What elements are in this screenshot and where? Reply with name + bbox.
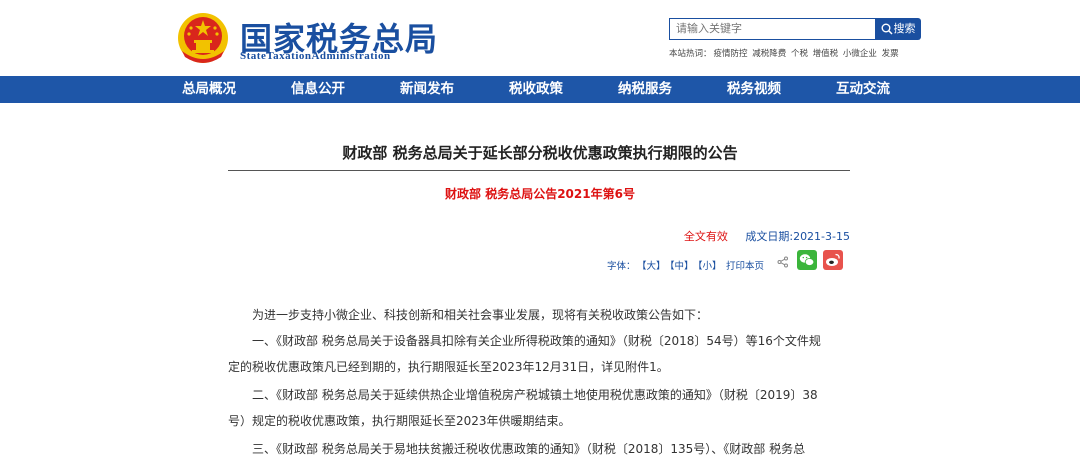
hot-word-link[interactable]: 疫情防控: [714, 49, 748, 59]
main-nav: 总局概况 信息公开 新闻发布 税收政策 纳税服务 税务视频 互动交流: [0, 76, 1080, 103]
weibo-share-icon[interactable]: [823, 250, 843, 270]
nav-item-info-disclosure[interactable]: 信息公开: [291, 76, 345, 103]
font-small-button[interactable]: 【小】: [693, 258, 722, 272]
article-paragraph: 三、《财政部 税务总局关于易地扶贫搬迁税收优惠政策的通知》（财税〔2018〕13…: [252, 442, 806, 456]
site-logo-english: StateTaxationAdministration: [240, 50, 391, 62]
article-paragraph: 定的税收优惠政策凡已经到期的，执行期限延长至2023年12月31日，详见附件1。: [228, 360, 669, 374]
font-medium-button[interactable]: 【中】: [665, 258, 694, 272]
issue-date: 成文日期:2021-3-15: [745, 230, 850, 243]
font-size-label: 字体：: [607, 261, 636, 272]
hot-word-link[interactable]: 个税: [791, 49, 808, 59]
font-large-button[interactable]: 【大】: [637, 258, 666, 272]
validity-status: 全文有效: [683, 230, 728, 243]
nav-item-tax-video[interactable]: 税务视频: [727, 76, 781, 103]
print-button[interactable]: 打印本页: [726, 258, 764, 272]
site-header: 国家税务总局 StateTaxationAdministration 搜索 本站…: [0, 0, 1080, 76]
title-divider: [228, 170, 850, 171]
article-meta: 全文有效 成文日期:2021-3-15: [684, 228, 850, 244]
search-input[interactable]: [669, 18, 880, 40]
article-paragraph: 号）规定的税收优惠政策，执行期限延长至2023年供暖期结束。: [228, 414, 571, 428]
wechat-share-icon[interactable]: [797, 250, 817, 270]
hot-word-link[interactable]: 增值税: [813, 49, 839, 59]
nav-item-tax-service[interactable]: 纳税服务: [618, 76, 672, 103]
nav-item-interaction[interactable]: 互动交流: [836, 76, 890, 103]
article-title: 财政部 税务总局关于延长部分税收优惠政策执行期限的公告: [342, 144, 738, 162]
article-paragraph: 一、《财政部 税务总局关于设备器具扣除有关企业所得税政策的通知》（财税〔2018…: [252, 334, 821, 348]
search-button-label: 搜索: [893, 22, 916, 35]
hot-words: 本站热词： 疫情防控 减税降费 个税 增值税 小微企业 发票: [669, 47, 901, 59]
national-emblem-icon: [178, 13, 228, 63]
article-paragraph: 二、《财政部 税务总局关于延续供热企业增值税房产税城镇土地使用税优惠政策的通知》…: [252, 388, 818, 402]
hot-word-link[interactable]: 减税降费: [752, 49, 786, 59]
search-box: 搜索: [669, 18, 921, 40]
hot-word-link[interactable]: 发票: [882, 49, 899, 59]
hot-word-link[interactable]: 小微企业: [843, 49, 877, 59]
nav-item-tax-policy[interactable]: 税收政策: [509, 76, 563, 103]
hot-words-label: 本站热词：: [669, 49, 712, 59]
article-paragraph: 为进一步支持小微企业、科技创新和相关社会事业发展，现将有关税收政策公告如下：: [252, 308, 709, 322]
search-button[interactable]: 搜索: [875, 18, 921, 40]
nav-item-news-release[interactable]: 新闻发布: [400, 76, 454, 103]
share-icon[interactable]: [777, 256, 789, 268]
nav-item-overview[interactable]: 总局概况: [182, 76, 236, 103]
document-number: 财政部 税务总局公告2021年第6号: [445, 187, 635, 201]
search-icon: [881, 23, 893, 35]
